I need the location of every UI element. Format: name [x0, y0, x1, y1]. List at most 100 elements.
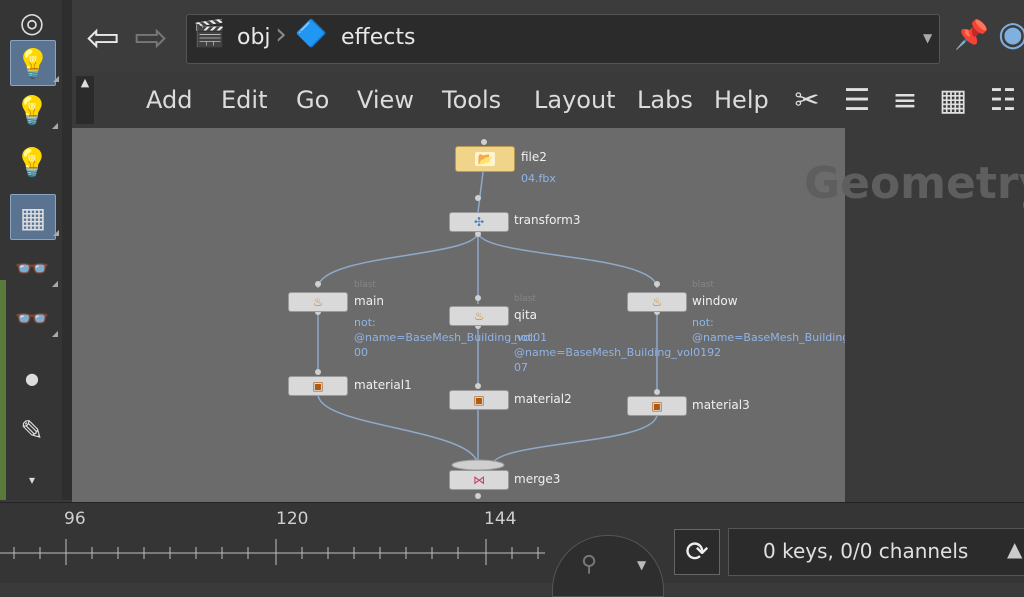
- node-main-label: main: [354, 294, 384, 308]
- render-glasses-icon[interactable]: 👓 ◢: [10, 296, 58, 340]
- link-icon[interactable]: ◉: [998, 14, 1024, 54]
- node-qita-type: blast: [514, 294, 536, 304]
- qita-input-dot: [475, 295, 481, 301]
- dot-icon[interactable]: ●: [10, 356, 54, 400]
- node-main[interactable]: ♨: [288, 292, 348, 312]
- node-material2-label: material2: [514, 392, 572, 406]
- material2-input-dot: [475, 383, 481, 389]
- path-dropdown-icon[interactable]: ▼: [923, 31, 932, 45]
- node-window-group-line1: not:: [692, 316, 714, 329]
- blast-icon: ♨: [473, 309, 485, 323]
- menu-edit[interactable]: Edit: [221, 86, 267, 114]
- menu-go[interactable]: Go: [296, 86, 329, 114]
- wire-transform3-main: [317, 231, 479, 289]
- node-qita-group-line3: 07: [514, 361, 528, 374]
- node-material2[interactable]: ▣: [449, 390, 509, 410]
- node-main-group-line3: 00: [354, 346, 368, 359]
- brush-icon[interactable]: ✎: [10, 408, 54, 452]
- pin-icon[interactable]: 📌: [954, 18, 989, 51]
- menu-help[interactable]: Help: [714, 86, 769, 114]
- menu-tools[interactable]: Tools: [442, 86, 501, 114]
- network-type-watermark: Geometry: [804, 158, 1024, 209]
- forward-arrow-icon[interactable]: ⇨: [126, 14, 176, 62]
- material3-input-dot: [654, 389, 660, 395]
- breadcrumb-effects[interactable]: effects: [341, 25, 415, 50]
- node-qita[interactable]: ♨: [449, 306, 509, 326]
- key-icon: ⚲: [581, 552, 598, 577]
- scrub-wheel[interactable]: ⚲ ▼: [552, 535, 664, 597]
- clapper-icon: 🎬: [193, 19, 226, 49]
- wire-transform3-window: [477, 231, 658, 289]
- node-window-label: window: [692, 294, 738, 308]
- tree-view-icon[interactable]: ☰: [838, 80, 876, 120]
- wire-file2-transform3: [477, 171, 484, 213]
- scrub-dropdown-icon[interactable]: ▼: [637, 558, 646, 572]
- frame-tick-120: 120: [276, 509, 309, 529]
- path-breadcrumb[interactable]: 🎬 obj › 🔷 effects ▼: [186, 14, 940, 64]
- node-main-type: blast: [354, 280, 376, 290]
- frame-tick-96: 96: [64, 509, 86, 529]
- file-folder-icon: 📂: [475, 152, 495, 166]
- point-light-icon[interactable]: 💡: [10, 140, 54, 184]
- geometry-shapes-icon: 🔷: [295, 19, 328, 49]
- node-file2[interactable]: 📂: [455, 146, 515, 172]
- file2-input-dot: [481, 139, 487, 145]
- node-qita-label: qita: [514, 308, 538, 322]
- window-input-dot: [654, 281, 660, 287]
- list-view-icon[interactable]: ≡: [886, 80, 924, 120]
- tool-shelf: ◎ 💡 ◢ 💡 ◢ 💡 ▦ ◢ 👓 ◢ 👓 ◢ ● ✎ ▾: [0, 0, 63, 500]
- viewport-strip: [0, 280, 6, 500]
- merge3-output-dot: [475, 493, 481, 499]
- node-window-type: blast: [692, 280, 714, 290]
- keys-dropdown-icon[interactable]: ▲: [1007, 537, 1022, 561]
- shelf-more-icon[interactable]: ▾: [10, 458, 54, 502]
- wrench-screwdriver-icon[interactable]: ✂: [788, 80, 826, 120]
- material-crate-icon: ▣: [473, 393, 485, 407]
- frame-tick-144: 144: [484, 509, 517, 529]
- wire-material3-merge3: [491, 413, 658, 467]
- keys-status-text: 0 keys, 0/0 channels: [763, 539, 969, 563]
- network-editor[interactable]: 📂 file2 04.fbx ✣ transform3 blast ♨ main…: [72, 128, 885, 502]
- back-arrow-icon[interactable]: ⇦: [78, 14, 128, 62]
- menu-add[interactable]: Add: [146, 86, 192, 114]
- light-tool-icon[interactable]: 💡 ◢: [10, 40, 59, 86]
- menu-labs[interactable]: Labs: [637, 86, 693, 114]
- material-crate-icon: ▣: [312, 379, 324, 393]
- grid-list-icon[interactable]: ☷: [984, 80, 1022, 120]
- breadcrumb-obj[interactable]: obj: [237, 25, 271, 50]
- transform3-input-dot: [475, 195, 481, 201]
- key-sync-icon[interactable]: ⟳: [674, 529, 720, 575]
- glasses-icon[interactable]: 👓 ◢: [10, 246, 58, 290]
- blast-icon: ♨: [312, 295, 324, 309]
- node-material1[interactable]: ▣: [288, 376, 348, 396]
- blast-icon: ♨: [651, 295, 663, 309]
- node-material3-label: material3: [692, 398, 750, 412]
- add-light-icon[interactable]: 💡 ◢: [10, 88, 58, 132]
- shelf-divider: [62, 0, 72, 500]
- node-file2-path: 04.fbx: [521, 172, 556, 185]
- menu-view[interactable]: View: [357, 86, 414, 114]
- transform-icon: ✣: [473, 215, 485, 229]
- material1-input-dot: [315, 369, 321, 375]
- checker-display-icon[interactable]: ▦ ◢: [10, 194, 59, 240]
- node-material1-label: material1: [354, 378, 412, 392]
- node-material3[interactable]: ▣: [627, 396, 687, 416]
- merge3-input-bar: [451, 459, 505, 471]
- node-merge3-label: merge3: [514, 472, 561, 486]
- node-window[interactable]: ♨: [627, 292, 687, 312]
- collapse-arrow-icon[interactable]: ▲: [76, 76, 94, 124]
- node-main-group-line1: not:: [354, 316, 376, 329]
- node-qita-group-line2: @name=BaseMesh_Building_vol0192: [514, 346, 722, 359]
- material-crate-icon: ▣: [651, 399, 663, 413]
- magnifier-tool-icon[interactable]: ◎: [10, 0, 54, 44]
- merge-icon: ⋈: [473, 473, 485, 487]
- keys-channels-status[interactable]: 0 keys, 0/0 channels ▲: [728, 528, 1024, 576]
- menu-bar: ▲ Add Edit Go View Tools Layout Labs Hel…: [72, 72, 1024, 129]
- node-transform3[interactable]: ✣: [449, 212, 509, 232]
- color-palette-icon[interactable]: ▦: [934, 80, 972, 120]
- node-transform3-label: transform3: [514, 213, 581, 227]
- menu-layout[interactable]: Layout: [534, 86, 616, 114]
- main-input-dot: [315, 281, 321, 287]
- node-merge3[interactable]: ⋈: [449, 470, 509, 490]
- frame-ruler[interactable]: [0, 533, 560, 573]
